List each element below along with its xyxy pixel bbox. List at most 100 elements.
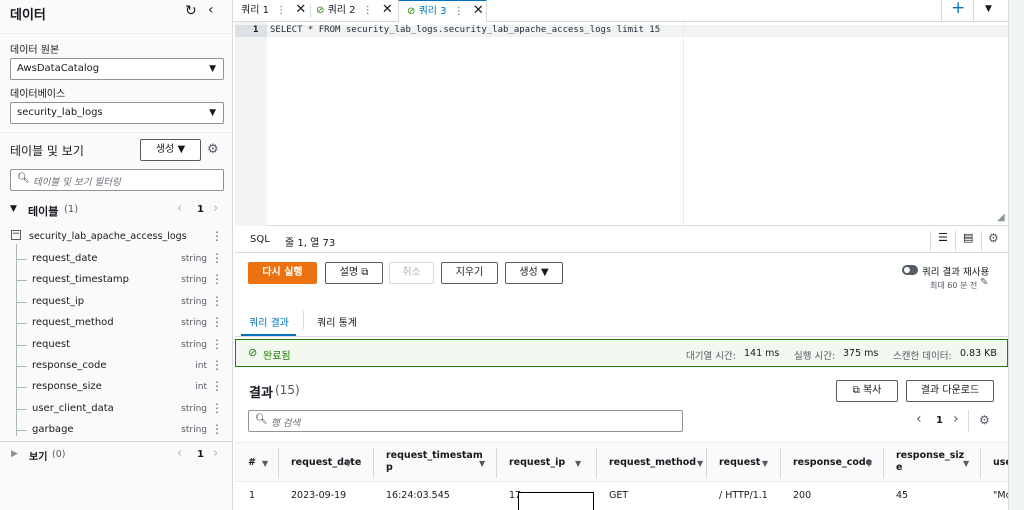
more-options-icon[interactable]: ⋮ — [211, 229, 223, 243]
column-divider[interactable] — [883, 448, 884, 478]
sql-code[interactable]: SELECT * FROM security_lab_logs.security… — [270, 25, 660, 35]
more-options-icon[interactable]: ⋮ — [211, 315, 223, 329]
column-header[interactable]: response_siz e — [896, 450, 964, 474]
views-page: 1 — [197, 449, 204, 460]
next-page-icon[interactable]: › — [953, 411, 959, 427]
tab-query-stats[interactable]: 쿼리 통계 — [317, 314, 357, 329]
table-settings-gear-icon[interactable]: ⚙ — [979, 413, 990, 427]
sort-caret-icon[interactable]: ▼ — [479, 459, 485, 468]
sort-caret-icon[interactable]: ▼ — [262, 459, 268, 468]
add-tab-icon[interactable]: + — [951, 0, 965, 18]
views-section-header[interactable]: ▶ 보기 (0) ‹ 1 › — [0, 444, 233, 466]
next-page-icon[interactable]: › — [213, 446, 218, 461]
refresh-icon[interactable]: ↻ — [185, 3, 197, 19]
column-item[interactable]: request_ip string ⋮ — [0, 292, 233, 313]
close-icon[interactable]: ✕ — [382, 2, 393, 17]
format-query-icon[interactable]: ☰ — [938, 231, 948, 244]
table-item[interactable]: − security_lab_apache_access_logs ⋮ — [0, 226, 233, 248]
tab-menu-icon[interactable]: ⋮ — [276, 5, 286, 16]
row-search-input[interactable]: 🔍︎ 행 검색 — [248, 410, 683, 432]
column-header[interactable]: # — [248, 457, 256, 469]
prev-page-icon[interactable]: ‹ — [177, 201, 182, 216]
tree-branch — [17, 387, 27, 389]
close-icon[interactable]: ✕ — [295, 2, 306, 17]
tab-query-3[interactable]: ⊘ 쿼리 3 ⋮ ✕ — [398, 0, 487, 22]
tab-query-2[interactable]: ⊘ 쿼리 2 ⋮ ✕ — [316, 0, 396, 22]
column-divider[interactable] — [496, 448, 497, 478]
tab-label: 쿼리 2 — [327, 5, 356, 16]
column-item[interactable]: response_size int ⋮ — [0, 377, 233, 398]
column-header[interactable]: request_timestam p — [386, 450, 483, 474]
more-options-icon[interactable]: ⋮ — [211, 251, 223, 265]
tree-branch — [17, 408, 27, 410]
sql-editor[interactable]: 1 SELECT * FROM security_lab_logs.securi… — [235, 22, 1008, 226]
more-options-icon[interactable]: ⋮ — [211, 401, 223, 415]
completion-status: 완료됨 — [263, 351, 291, 362]
tables-section-header[interactable]: ▼ 테이블 (1) ‹ 1 › — [0, 198, 233, 222]
caret-down-icon: ▼ — [10, 204, 17, 214]
create-button[interactable]: 생성 ▼ — [140, 139, 201, 161]
editor-settings-gear-icon[interactable]: ⚙ — [988, 231, 999, 245]
sort-caret-icon[interactable]: ▼ — [345, 459, 351, 468]
more-options-icon[interactable]: ⋮ — [211, 272, 223, 286]
data-source-select[interactable]: AwsDataCatalog ▼ — [10, 58, 224, 80]
table-filter-input[interactable]: 🔍︎ 테이블 및 보기 필터링 — [10, 169, 224, 191]
explain-button[interactable]: 설명 ⧉ — [325, 262, 383, 284]
create-dropdown-button[interactable]: 생성 ▼ — [505, 262, 563, 284]
tab-query-1[interactable]: 쿼리 1 ⋮ ✕ — [241, 0, 309, 22]
download-results-button[interactable]: 결과 다운로드 — [906, 380, 994, 402]
next-page-icon[interactable]: › — [213, 201, 218, 216]
column-item[interactable]: user_client_data string ⋮ — [0, 399, 233, 420]
sort-caret-icon[interactable]: ▼ — [575, 459, 581, 468]
more-options-icon[interactable]: ⋮ — [211, 337, 223, 351]
more-options-icon[interactable]: ⋮ — [211, 294, 223, 308]
column-divider[interactable] — [780, 448, 781, 478]
tree-branch — [17, 344, 27, 346]
run-again-button[interactable]: 다시 실행 — [248, 262, 317, 284]
edit-pencil-icon[interactable]: ✎ — [980, 277, 988, 288]
column-divider[interactable] — [373, 448, 374, 478]
column-item[interactable]: request string ⋮ — [0, 335, 233, 356]
database-select[interactable]: security_lab_logs ▼ — [10, 102, 224, 124]
sort-caret-icon[interactable]: ▼ — [762, 459, 768, 468]
column-header[interactable]: response_code — [793, 457, 872, 469]
tab-query-results[interactable]: 쿼리 결과 — [249, 314, 289, 329]
collapse-panel-icon[interactable]: ‹ — [208, 2, 214, 18]
resize-handle-icon[interactable]: ◢ — [997, 212, 1005, 223]
tab-options-caret-icon[interactable]: ▼ — [985, 4, 992, 14]
column-item[interactable]: response_code int ⋮ — [0, 356, 233, 377]
close-icon[interactable]: ✕ — [473, 3, 484, 18]
sort-caret-icon[interactable]: ▼ — [963, 459, 969, 468]
column-header[interactable]: request_ip — [509, 457, 565, 469]
column-name: request_date — [32, 253, 98, 264]
clear-button[interactable]: 지우기 — [441, 262, 498, 284]
prev-page-icon[interactable]: ‹ — [916, 411, 922, 427]
column-divider[interactable] — [706, 448, 707, 478]
shortcuts-icon[interactable]: ▤ — [963, 231, 973, 244]
prev-page-icon[interactable]: ‹ — [177, 446, 182, 461]
tab-menu-icon[interactable]: ⋮ — [454, 6, 464, 17]
column-item[interactable]: request_timestamp string ⋮ — [0, 270, 233, 291]
column-item[interactable]: garbage string ⋮ — [0, 420, 233, 441]
more-options-icon[interactable]: ⋮ — [211, 422, 223, 436]
column-divider[interactable] — [278, 448, 279, 478]
column-item[interactable]: request_method string ⋮ — [0, 313, 233, 334]
settings-gear-icon[interactable]: ⚙ — [207, 142, 219, 157]
sort-caret-icon[interactable]: ▼ — [697, 459, 703, 468]
column-divider[interactable] — [596, 448, 597, 478]
tab-menu-icon[interactable]: ⋮ — [363, 5, 373, 16]
data-source-value: AwsDataCatalog — [17, 63, 100, 74]
collapse-minus-icon[interactable]: − — [11, 230, 21, 240]
more-options-icon[interactable]: ⋮ — [211, 379, 223, 393]
more-options-icon[interactable]: ⋮ — [211, 358, 223, 372]
column-item[interactable]: request_date string ⋮ — [0, 249, 233, 270]
column-header[interactable]: request_method — [609, 457, 696, 469]
reuse-results-toggle[interactable] — [902, 265, 918, 275]
column-divider[interactable] — [980, 448, 981, 478]
copy-button[interactable]: ⧉ 복사 — [836, 380, 898, 402]
cancel-button[interactable]: 취소 — [389, 262, 434, 284]
scrollbar[interactable] — [1008, 0, 1024, 510]
print-margin — [683, 22, 684, 226]
column-header[interactable]: request — [719, 457, 760, 469]
sort-caret-icon[interactable]: ▼ — [866, 459, 872, 468]
